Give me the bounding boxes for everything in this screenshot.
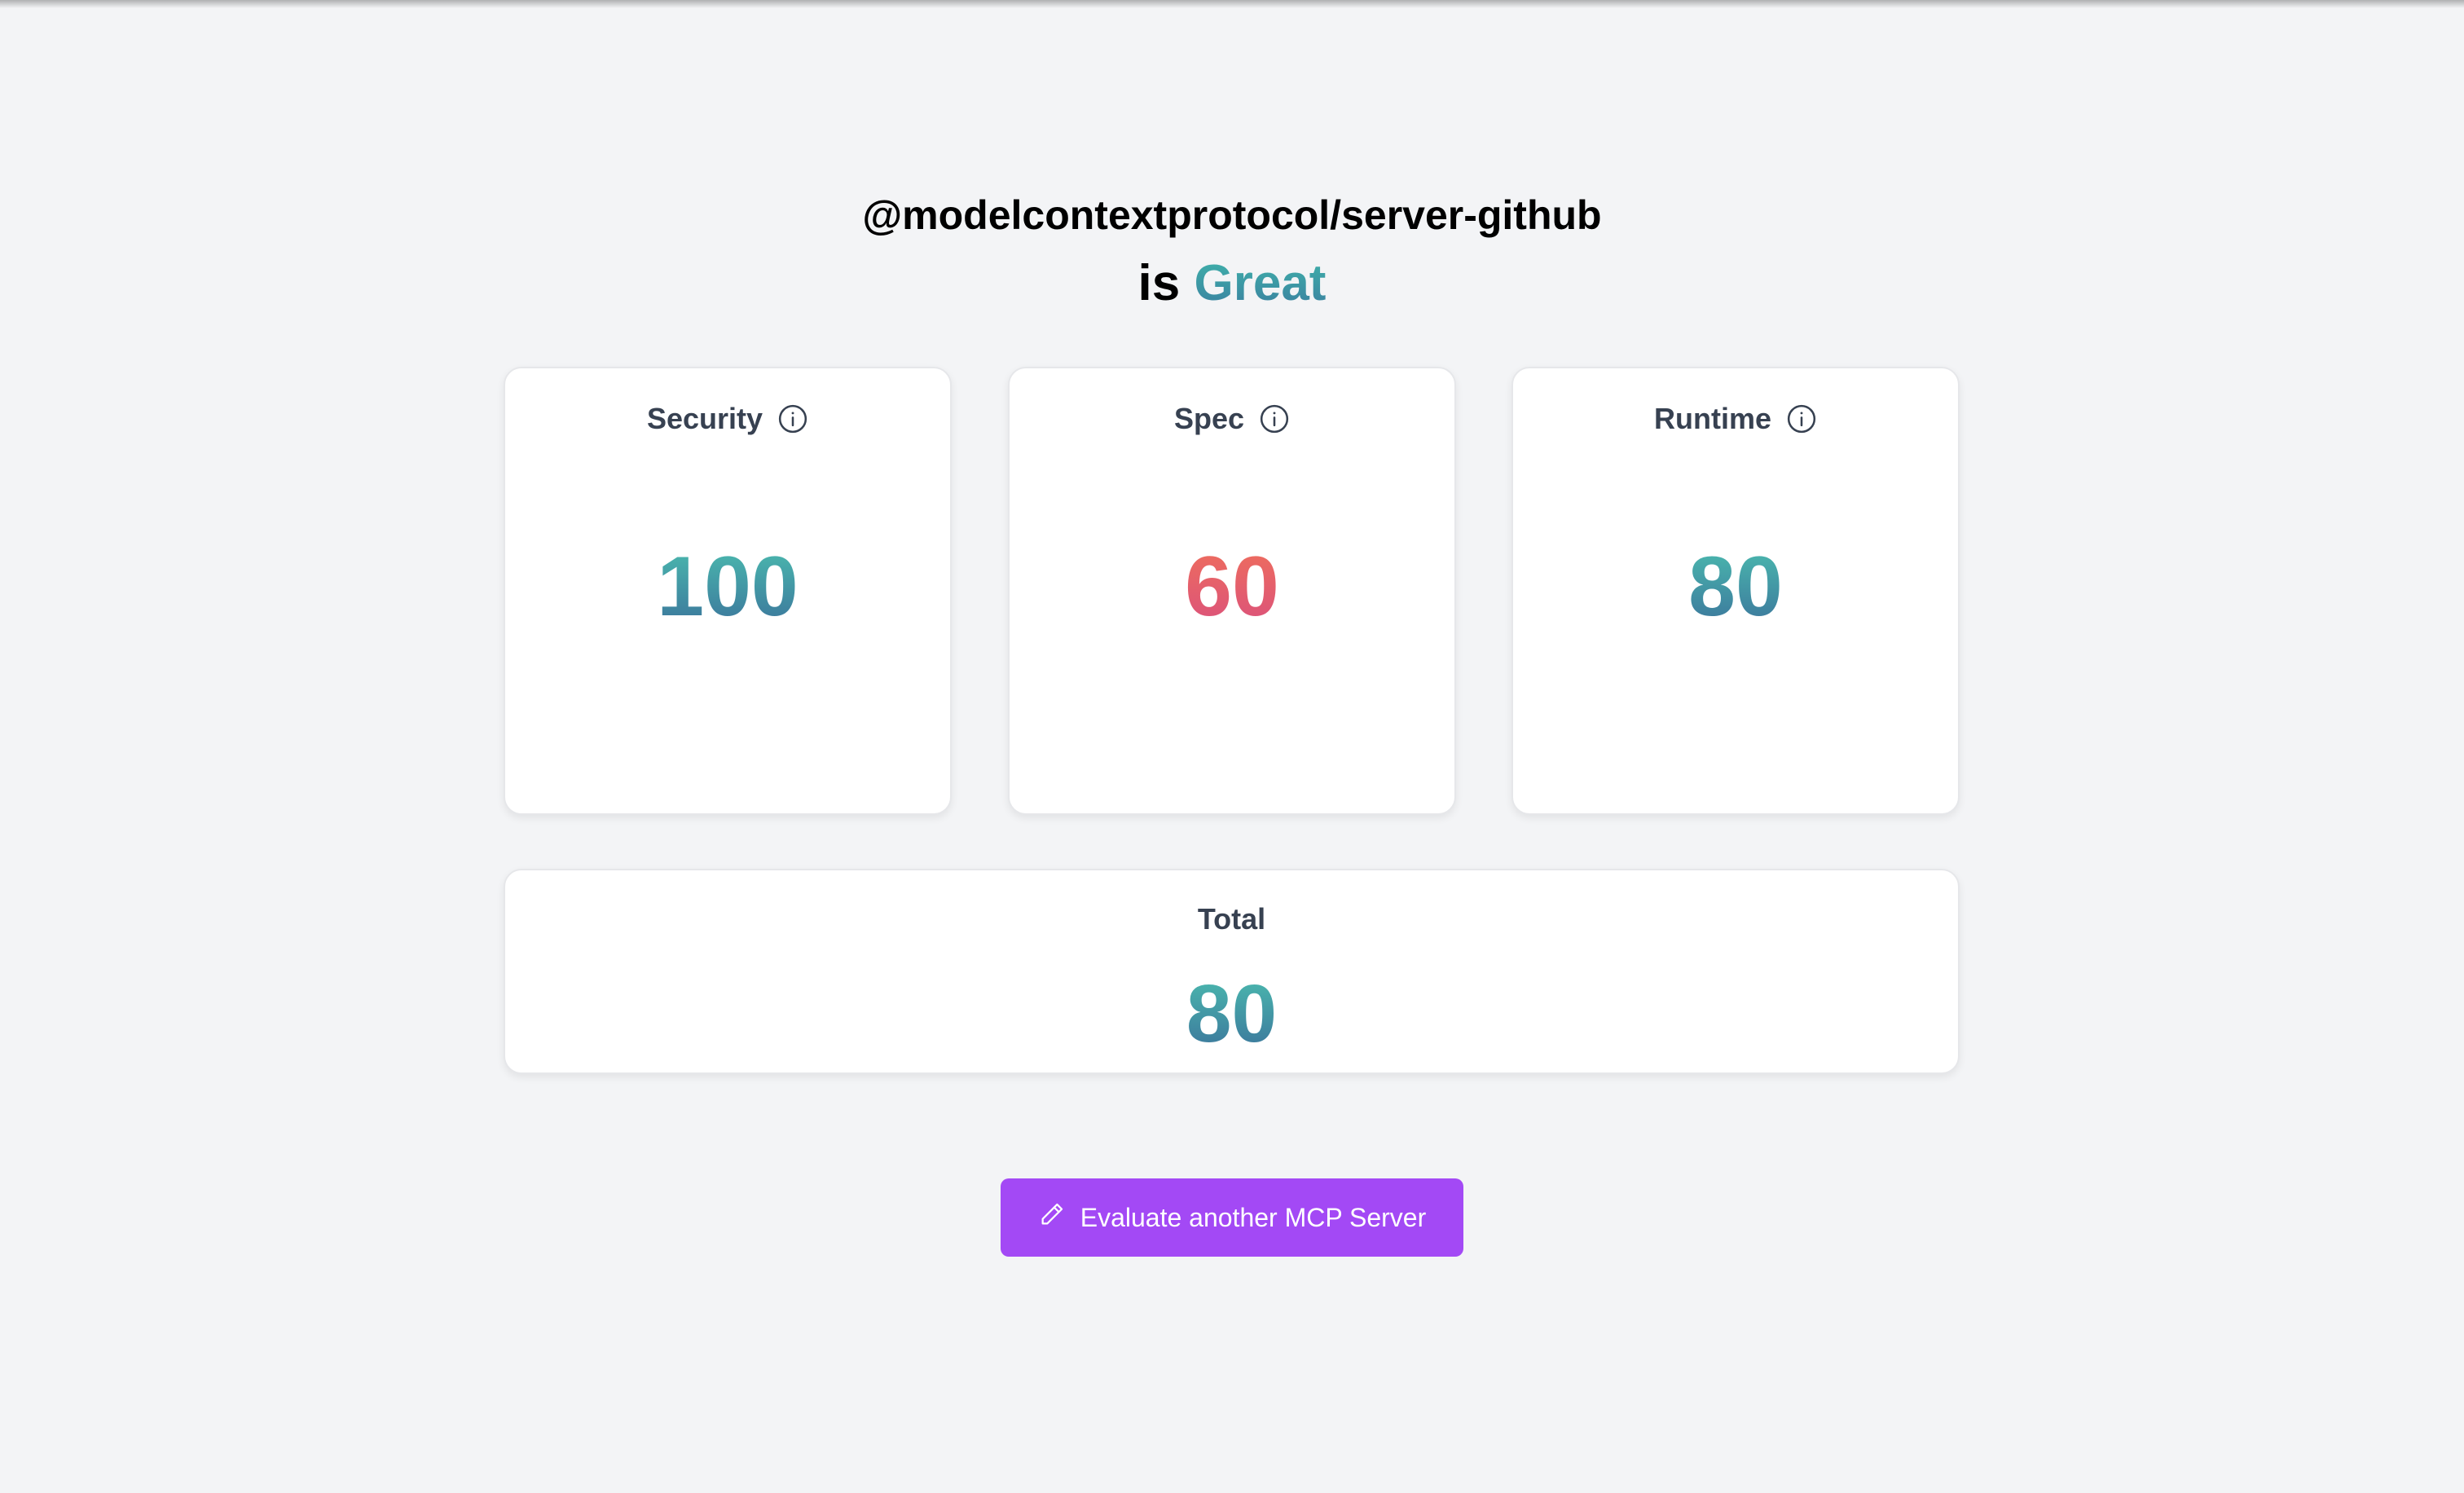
spec-score: 60 [1010, 538, 1454, 636]
evaluate-another-label: Evaluate another MCP Server [1080, 1202, 1427, 1232]
evaluate-another-button[interactable]: Evaluate another MCP Server [1001, 1178, 1463, 1257]
security-score-card: Security 100 [504, 367, 952, 815]
info-icon[interactable] [1786, 403, 1817, 434]
server-name: @modelcontextprotocol/server-github [862, 192, 1602, 238]
spec-score-card: Spec 60 [1008, 367, 1456, 815]
verdict-word: Great [1194, 255, 1327, 311]
pencil-icon [1038, 1200, 1066, 1235]
runtime-score-card: Runtime 80 [1511, 367, 1960, 815]
total-card-header: Total [505, 900, 1958, 939]
verdict-heading: is Great [0, 253, 2464, 315]
runtime-card-header: Runtime [1513, 399, 1958, 438]
security-label: Security [646, 402, 763, 435]
runtime-score: 80 [1513, 538, 1958, 636]
security-card-header: Security [505, 399, 950, 438]
spec-card-header: Spec [1010, 399, 1454, 438]
spec-label: Spec [1173, 402, 1245, 435]
server-name-heading: @modelcontextprotocol/server-github [0, 189, 2464, 241]
total-label: Total [1197, 902, 1266, 936]
info-icon[interactable] [777, 403, 808, 434]
verdict-prefix: is [1137, 255, 1181, 311]
total-score: 80 [505, 967, 1958, 1061]
info-icon[interactable] [1259, 403, 1290, 434]
top-shadow [0, 0, 2464, 8]
total-score-card: Total 80 [504, 869, 1960, 1074]
security-score: 100 [505, 538, 950, 636]
runtime-label: Runtime [1654, 402, 1771, 435]
